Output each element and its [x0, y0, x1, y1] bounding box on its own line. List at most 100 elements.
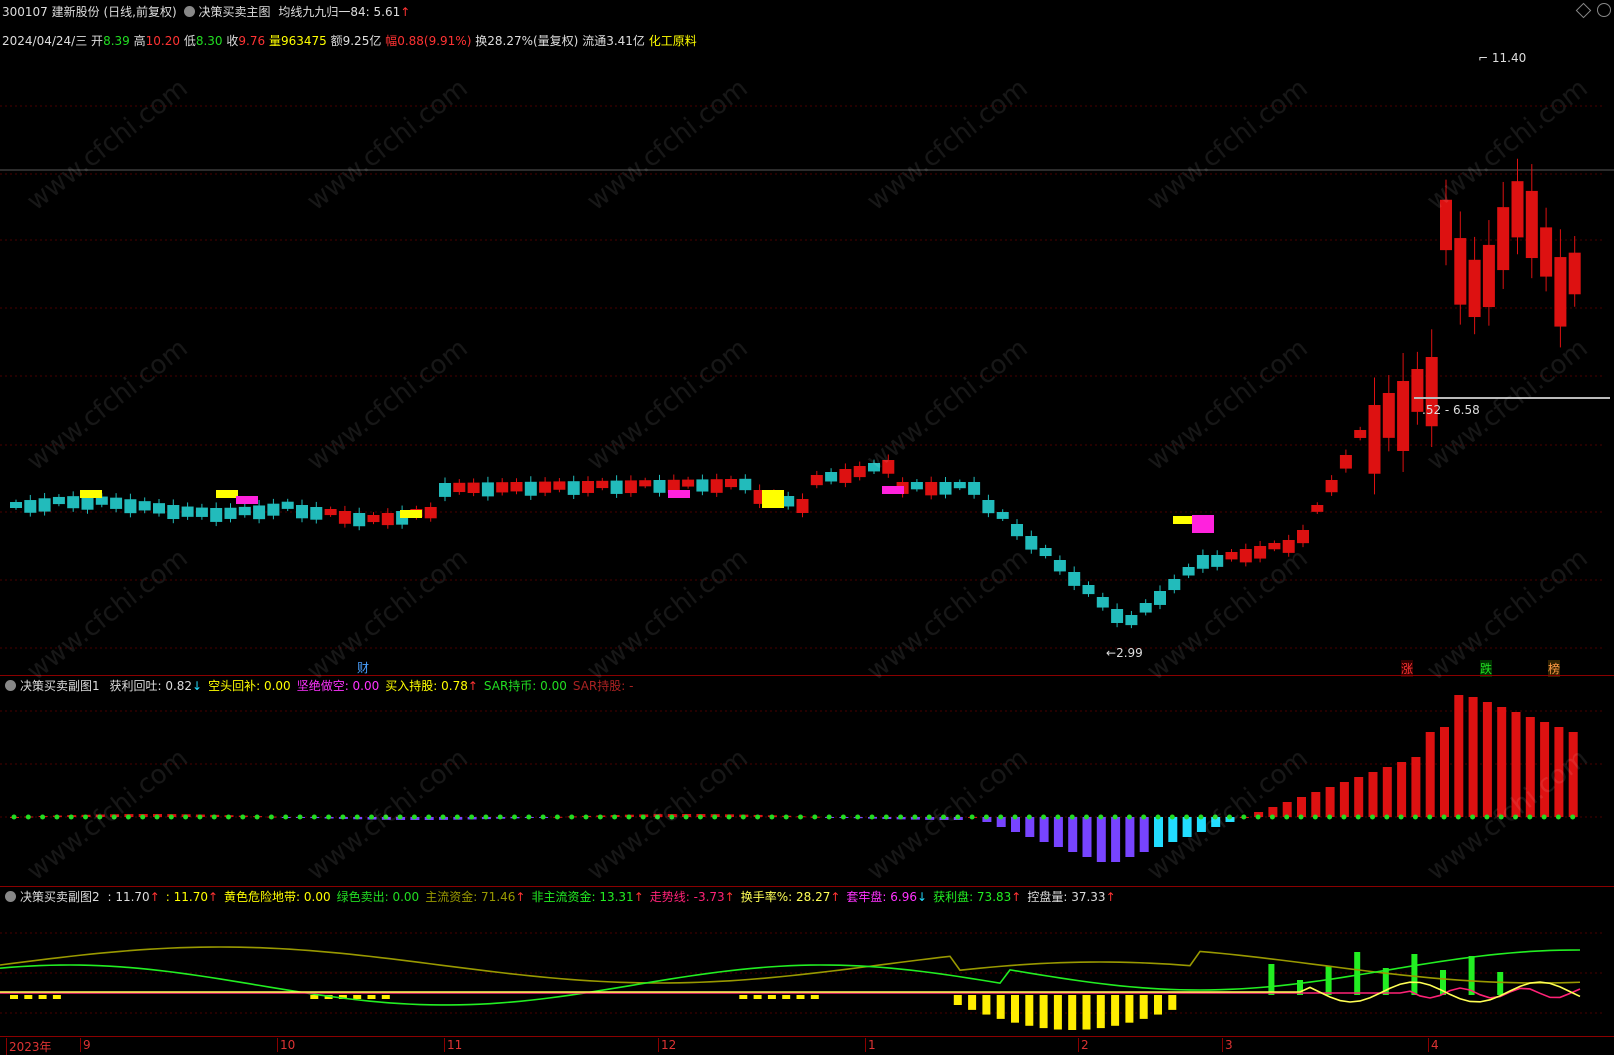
sub1-dot [1341, 814, 1347, 820]
candle [868, 463, 880, 472]
sub1-menu-icon[interactable] [5, 680, 16, 691]
candle [968, 482, 981, 495]
candle [596, 480, 609, 489]
sub1-dot [1098, 814, 1104, 820]
sub1-bar [1425, 732, 1435, 817]
sub1-bar [1368, 772, 1378, 817]
sub2-arrow-6: ↑ [724, 890, 735, 904]
candle [453, 482, 466, 493]
amount-label: 额 [330, 34, 343, 48]
candle [1211, 555, 1224, 567]
candle [1397, 381, 1410, 451]
sub1-dot [168, 814, 174, 820]
sub2-yellow-bar [968, 995, 977, 1010]
candle [539, 481, 552, 493]
sub1-dot [612, 814, 618, 820]
sub1-bar [1440, 727, 1449, 817]
sub2-yellow-bar [1039, 995, 1048, 1029]
sub1-dot [97, 814, 103, 820]
sub2-item-5: 非主流资金: 13.31↑ [531, 890, 644, 904]
close-label: 收 [226, 34, 239, 48]
sub1-dot [540, 814, 546, 820]
candle [996, 512, 1009, 519]
sub1-dot [941, 814, 946, 820]
candle [524, 481, 537, 496]
event-cai[interactable]: 财 [357, 659, 369, 676]
sub1-dot [983, 814, 989, 820]
indicator-menu-icon[interactable] [183, 6, 195, 17]
sub2-item-10: 控盘量: 37.33↑ [1027, 890, 1116, 904]
sector-label[interactable]: 化工原料 [649, 34, 697, 48]
sub1-dot [1055, 814, 1061, 820]
sub1-dot [912, 814, 918, 820]
panel-divider-1 [0, 675, 1614, 676]
candle [124, 499, 137, 514]
candle [1525, 190, 1538, 259]
sub2-yellow-bar [810, 995, 819, 999]
period-label[interactable]: (日线,前复权) [103, 5, 176, 19]
sub1-dot [769, 814, 775, 820]
sub1-bar [1068, 817, 1078, 852]
candle [1568, 252, 1581, 295]
candle [481, 482, 494, 497]
sub2-indicator-chart[interactable] [0, 905, 1614, 1035]
sub1-bar [1025, 817, 1035, 837]
sub1-dot [1084, 814, 1089, 820]
candle [1268, 543, 1281, 550]
vol-value: 963475 [280, 34, 327, 48]
main-indicator-name[interactable]: 决策买卖主图 [199, 5, 271, 19]
sub1-dot [869, 814, 875, 820]
sub1-dot [1069, 814, 1075, 820]
candle [1068, 572, 1081, 586]
sub1-bar [1311, 792, 1321, 817]
sub1-arrow-3: ↑ [467, 679, 478, 693]
sub2-title[interactable]: 决策买卖副图2 [20, 890, 100, 904]
candle [1053, 560, 1066, 572]
turnover-value: 28.27%(量复权) [487, 34, 579, 48]
sub2-yellow-bar [1011, 995, 1019, 1023]
sub2-yellow-bar [767, 995, 776, 999]
sub1-dot [240, 814, 246, 820]
sub2-yellow-bar [782, 995, 791, 999]
sub1-bar [1554, 727, 1564, 817]
sub1-dot [1570, 814, 1576, 820]
sub2-yellow-bar [996, 995, 1005, 1019]
sub2-green-bar [1268, 964, 1275, 995]
candle [1368, 405, 1381, 474]
sub1-dot [1484, 814, 1490, 820]
sub1-dot [840, 814, 846, 820]
x-axis-label: 3 [1222, 1038, 1233, 1052]
sub1-dot [1227, 814, 1232, 820]
stock-name[interactable]: 建新股份 [52, 5, 100, 19]
sub1-dot [569, 814, 575, 820]
sub1-bar [1154, 817, 1163, 847]
candle [496, 482, 509, 493]
sub1-dot [812, 814, 818, 820]
x-axis: 2023年 9 10 11 12 1 2 3 4 [0, 1036, 1614, 1055]
sub1-title[interactable]: 决策买卖副图1 [20, 679, 100, 693]
low-mark-value: 2.99 [1116, 646, 1143, 660]
candle [52, 496, 65, 505]
sub1-dot [583, 814, 589, 820]
sub2-menu-icon[interactable] [5, 891, 16, 902]
sub2-item-3: 绿色卖出: 0.00 [336, 890, 420, 904]
low-label: 低 [183, 34, 196, 48]
sub2-yellow-bar [10, 995, 18, 999]
signal-box [80, 490, 102, 498]
window-controls-icon[interactable] [1597, 3, 1611, 17]
sub2-item-7: 换手率%: 28.27↑ [740, 890, 841, 904]
high-label: 高 [133, 34, 146, 48]
sub1-dot [826, 814, 832, 820]
sub1-dot [497, 814, 503, 820]
sub1-indicator-chart[interactable] [0, 695, 1614, 885]
sub2-yellow-bar [1025, 995, 1034, 1026]
main-kline-chart[interactable] [0, 50, 1614, 675]
sub1-dot [340, 814, 346, 820]
ma-value: 5.61 [373, 5, 401, 19]
candle [267, 503, 280, 516]
sub1-dot [626, 814, 632, 820]
sub1-dot [54, 814, 60, 820]
sub2-item-0: : 11.70↑ [107, 890, 160, 904]
sub1-dot [354, 814, 360, 820]
candle [38, 498, 51, 512]
